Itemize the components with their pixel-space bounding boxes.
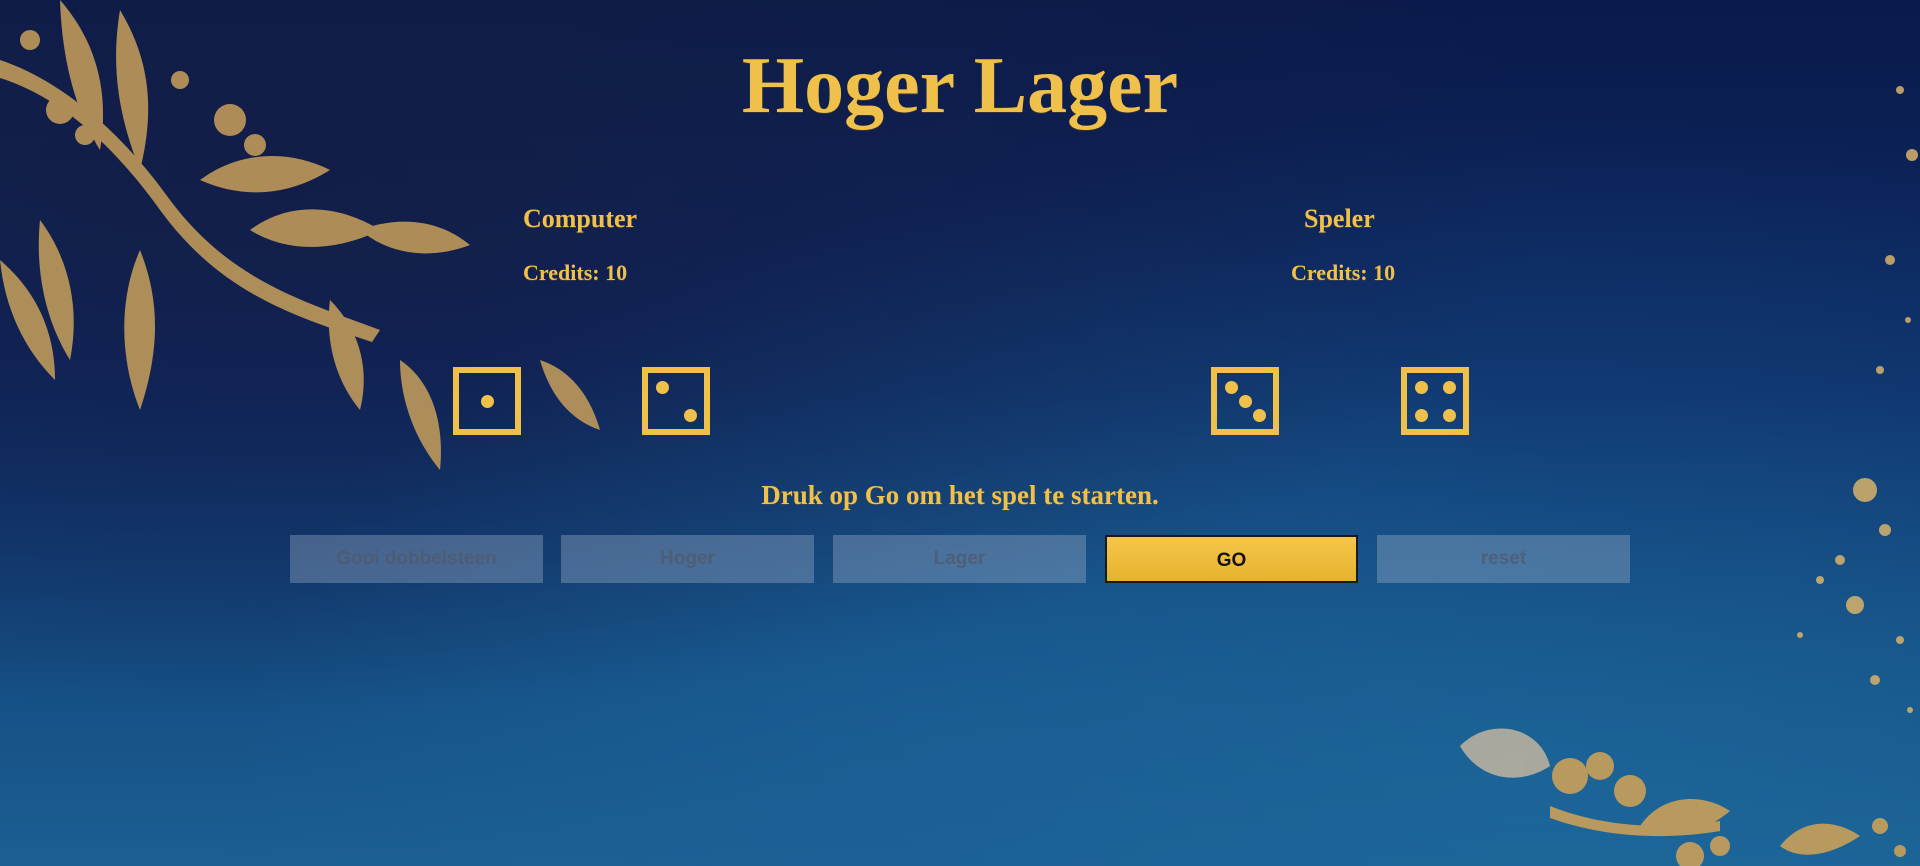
die-pip (1224, 380, 1238, 394)
die-pip (480, 394, 494, 408)
die-pip (1442, 408, 1456, 422)
page-title: Hoger Lager (741, 42, 1179, 130)
speler-label: Speler (1304, 204, 1375, 233)
reset-button[interactable]: reset (1377, 535, 1630, 583)
die-pip (655, 380, 669, 394)
computer-die-1 (453, 367, 521, 435)
hoger-button[interactable]: Hoger (561, 535, 814, 583)
die-pip (683, 408, 697, 422)
die-pip (1414, 380, 1428, 394)
computer-credits: Credits: 10 (523, 260, 628, 285)
gold-flowers-decoration (1460, 728, 1906, 866)
status-message: Druk op Go om het spel te starten. (761, 480, 1159, 510)
computer-die-2 (642, 367, 710, 435)
die-pip (1252, 408, 1266, 422)
die-pip (1442, 380, 1456, 394)
computer-label: Computer (523, 204, 638, 233)
die-pip (1414, 408, 1428, 422)
gooi-dobbelsteen-button[interactable]: Gooi dobbelsteen (290, 535, 543, 583)
speler-die-2 (1401, 367, 1469, 435)
speler-credits: Credits: 10 (1291, 260, 1396, 285)
lager-button[interactable]: Lager (833, 535, 1086, 583)
die-pip (1238, 394, 1252, 408)
gold-specks-decoration (1797, 86, 1918, 713)
go-button[interactable]: GO (1105, 535, 1358, 583)
speler-die-1 (1211, 367, 1279, 435)
